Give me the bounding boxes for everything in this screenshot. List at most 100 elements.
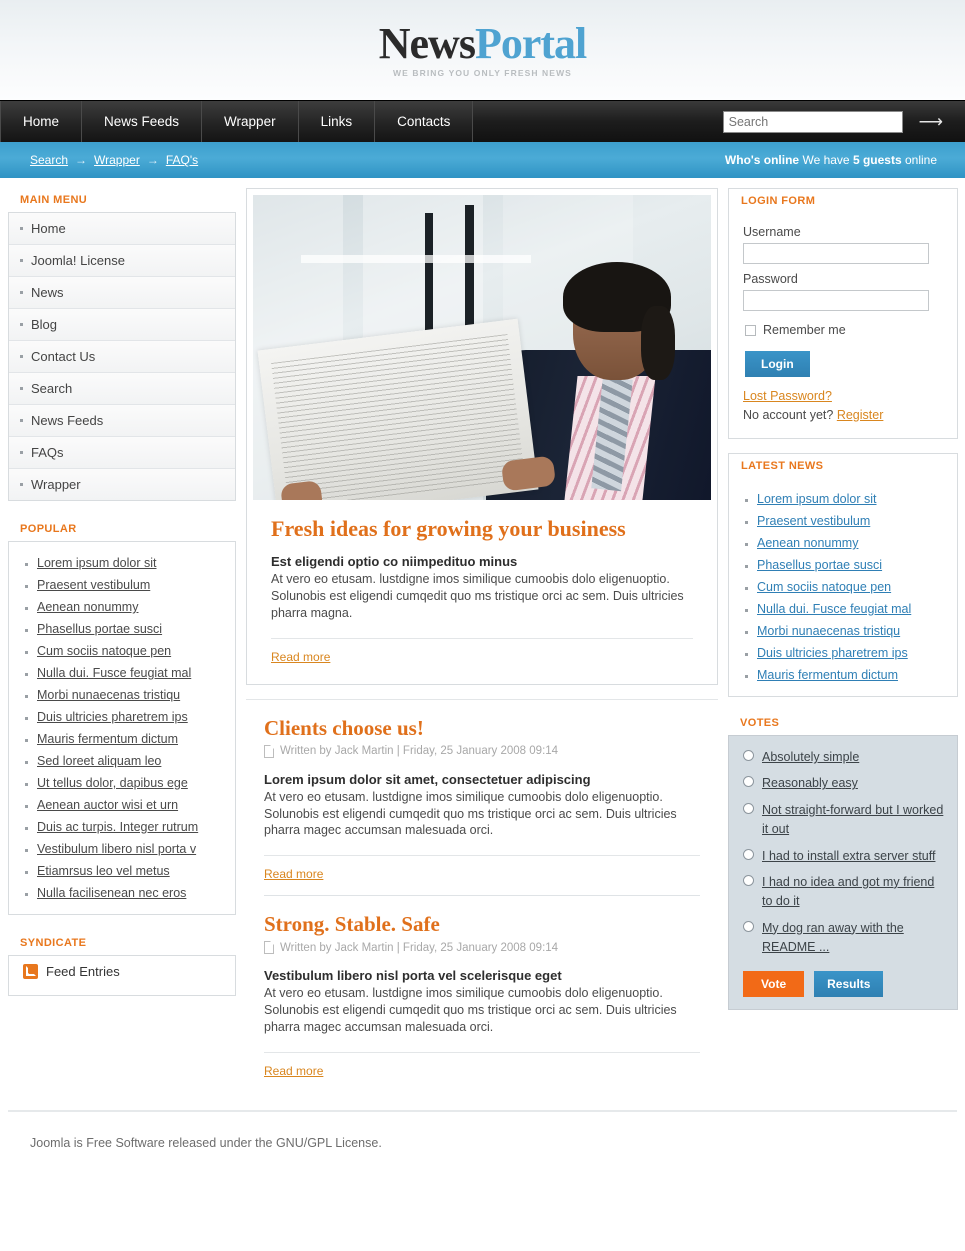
nav-item-news-feeds[interactable]: News Feeds xyxy=(82,101,203,142)
popular-link[interactable]: Nulla facilisenean nec eros xyxy=(37,886,186,900)
latest-news-link[interactable]: Nulla dui. Fusce feugiat mal xyxy=(757,602,911,616)
votes-options: Absolutely simple Reasonably easy Not st… xyxy=(729,736,957,1009)
popular-link[interactable]: Etiamrsus leo vel metus xyxy=(37,864,170,878)
radio-icon[interactable] xyxy=(743,750,754,761)
vote-button[interactable]: Vote xyxy=(743,971,805,998)
popular-link[interactable]: Vestibulum libero nisl porta v xyxy=(37,842,196,856)
latest-news-link[interactable]: Duis ultricies pharetrem ips xyxy=(757,646,908,660)
popular-link[interactable]: Aenean auctor wisi et urn xyxy=(37,798,178,812)
sidebar-left: MAIN MENU Home Joomla! License News Blog… xyxy=(8,188,236,996)
remember-me-checkbox[interactable] xyxy=(745,324,756,336)
popular-link[interactable]: Sed loreet aliquam leo xyxy=(37,754,161,768)
vote-option[interactable]: I had to install extra server stuff xyxy=(743,847,947,866)
list-item: Nulla dui. Fusce feugiat mal xyxy=(9,662,235,684)
sidebar-item-home[interactable]: Home xyxy=(9,213,235,245)
latest-news-link[interactable]: Morbi nunaecenas tristiqu xyxy=(757,624,900,638)
register-link[interactable]: Register xyxy=(837,408,884,422)
popular-link[interactable]: Cum sociis natoque pen xyxy=(37,644,171,658)
search-input[interactable] xyxy=(722,110,903,133)
vote-option[interactable]: Absolutely simple xyxy=(743,748,947,767)
login-button[interactable]: Login xyxy=(745,351,810,377)
password-field[interactable] xyxy=(743,290,929,311)
list-item: Praesent vestibulum xyxy=(9,574,235,596)
article-lead: Vestibulum libero nisl porta vel sceleri… xyxy=(264,968,562,984)
main-content: Fresh ideas for growing your business Es… xyxy=(246,188,718,1092)
popular-link[interactable]: Morbi nunaecenas tristiqu xyxy=(37,688,180,702)
read-more-link[interactable]: Read more xyxy=(264,867,323,881)
vote-option[interactable]: Not straight-forward but I worked it out xyxy=(743,801,947,840)
sidebar-item-blog[interactable]: Blog xyxy=(9,309,235,341)
breadcrumb-item-wrapper[interactable]: Wrapper xyxy=(94,153,140,167)
latest-news-link[interactable]: Praesent vestibulum xyxy=(757,514,870,528)
feed-entries-link[interactable]: Feed Entries xyxy=(46,964,120,979)
latest-news-link[interactable]: Cum sociis natoque pen xyxy=(757,580,891,594)
arrow-right-icon[interactable]: ⟶ xyxy=(915,113,947,130)
nav-item-wrapper[interactable]: Wrapper xyxy=(202,101,299,142)
breadcrumb-item-faqs[interactable]: FAQ's xyxy=(166,153,198,167)
vote-option[interactable]: My dog ran away with the README ... xyxy=(743,919,947,958)
logo[interactable]: NewsPortal WE BRING YOU ONLY FRESH NEWS xyxy=(0,19,965,79)
lost-password-link[interactable]: Lost Password? xyxy=(743,389,943,403)
nav-item-contacts[interactable]: Contacts xyxy=(375,101,474,142)
latest-news-link[interactable]: Phasellus portae susci xyxy=(757,558,882,572)
radio-icon[interactable] xyxy=(743,776,754,788)
sidebar-item-news[interactable]: News xyxy=(9,277,235,309)
popular-link[interactable]: Phasellus portae susci xyxy=(37,622,162,636)
sidebar-item-search[interactable]: Search xyxy=(9,373,235,405)
latest-news-title: LATEST NEWS xyxy=(741,460,824,472)
nav-item-home[interactable]: Home xyxy=(0,101,83,142)
radio-icon[interactable] xyxy=(743,874,754,886)
popular-link[interactable]: Praesent vestibulum xyxy=(37,578,150,592)
radio-icon[interactable] xyxy=(743,802,754,814)
article-title[interactable]: Clients choose us! xyxy=(264,716,700,741)
article-item: Strong. Stable. Safe Written by Jack Mar… xyxy=(246,896,718,1092)
vote-option[interactable]: I had no idea and got my friend to do it xyxy=(743,873,947,912)
sidebar-right: LOGIN FORM Username Password Remember me… xyxy=(728,188,958,1011)
list-item: Phasellus portae susci xyxy=(9,618,235,640)
radio-icon[interactable] xyxy=(743,920,754,932)
popular-link[interactable]: Aenean nonummy xyxy=(37,600,138,614)
whos-online-text-a: We have xyxy=(802,153,850,167)
radio-icon[interactable] xyxy=(743,848,754,860)
article-title[interactable]: Fresh ideas for growing your business xyxy=(271,516,693,542)
sidebar-item-joomla-license[interactable]: Joomla! License xyxy=(9,245,235,277)
logo-secondary: Portal xyxy=(474,19,587,68)
sidebar-item-wrapper[interactable]: Wrapper xyxy=(9,469,235,500)
read-more-link[interactable]: Read more xyxy=(264,1064,323,1078)
article-lead: Est eligendi optio co niimpedituo minus xyxy=(271,554,518,569)
list-item: Cum sociis natoque pen xyxy=(9,640,235,662)
popular-link[interactable]: Lorem ipsum dolor sit xyxy=(37,556,157,570)
latest-news-link[interactable]: Lorem ipsum dolor sit xyxy=(757,492,877,506)
list-item: Aenean auctor wisi et urn xyxy=(9,794,235,816)
list-item: Phasellus portae susci xyxy=(729,554,957,576)
article-item: Clients choose us! Written by Jack Marti… xyxy=(246,700,718,896)
nav-item-links[interactable]: Links xyxy=(298,101,376,142)
popular-link[interactable]: Ut tellus dolor, dapibus ege xyxy=(37,776,188,790)
syndicate-title: SYNDICATE xyxy=(20,937,87,949)
latest-news-link[interactable]: Aenean nonummy xyxy=(757,536,858,550)
list-item: Mauris fermentum dictum xyxy=(9,728,235,750)
username-field[interactable] xyxy=(743,243,929,264)
list-item: Nulla dui. Fusce feugiat mal xyxy=(729,598,957,620)
sidebar-item-contact-us[interactable]: Contact Us xyxy=(9,341,235,373)
breadcrumb-item-search[interactable]: Search xyxy=(30,153,68,167)
popular-link[interactable]: Duis ac turpis. Integer rutrum xyxy=(37,820,198,834)
popular-link[interactable]: Mauris fermentum dictum xyxy=(37,732,178,746)
vote-option-label: Not straight-forward but I worked it out xyxy=(762,802,944,837)
latest-news-link[interactable]: Mauris fermentum dictum xyxy=(757,668,898,682)
whos-online-status: Who's online We have 5 guests online xyxy=(725,153,937,167)
remember-me-row[interactable]: Remember me xyxy=(745,323,943,337)
sidebar-item-news-feeds[interactable]: News Feeds xyxy=(9,405,235,437)
sidebar-item-faqs[interactable]: FAQs xyxy=(9,437,235,469)
popular-link[interactable]: Nulla dui. Fusce feugiat mal xyxy=(37,666,191,680)
latest-news-module: LATEST NEWS Lorem ipsum dolor sit Praese… xyxy=(728,453,958,697)
divider xyxy=(264,1051,700,1053)
hero-image xyxy=(253,195,711,500)
results-button[interactable]: Results xyxy=(814,971,884,998)
read-more-link[interactable]: Read more xyxy=(271,650,330,664)
popular-link[interactable]: Duis ultricies pharetrem ips xyxy=(37,710,188,724)
article-title[interactable]: Strong. Stable. Safe xyxy=(264,912,700,937)
page-body: MAIN MENU Home Joomla! License News Blog… xyxy=(0,178,965,1092)
vote-option[interactable]: Reasonably easy xyxy=(743,774,947,793)
article-lead: Lorem ipsum dolor sit amet, consectetuer… xyxy=(264,771,591,787)
